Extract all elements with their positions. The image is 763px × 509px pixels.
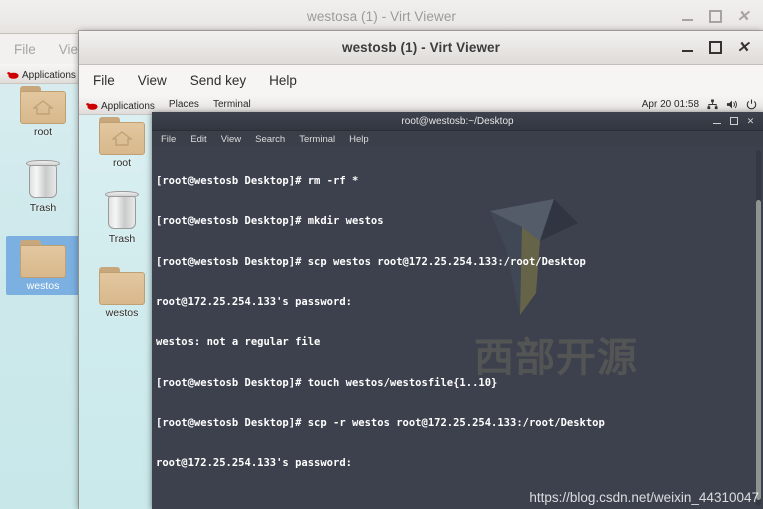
trash-icon-b (104, 191, 140, 231)
window-a-controls: ✕ (673, 0, 757, 33)
red-hat-logo-icon (7, 71, 19, 79)
terminal-line: westos: not a regular file (156, 336, 321, 349)
desktop-icon-westos-a[interactable]: westos (6, 236, 80, 295)
applications-menu-a[interactable]: Applications (6, 67, 76, 81)
terminal-line: [root@westosb Desktop]# scp -r westos ro… (156, 416, 605, 429)
terminal-line: root@172.25.254.133's password: (156, 295, 352, 308)
power-icon[interactable] (746, 99, 757, 110)
terminal-line: [root@westosb Desktop]# touch westos/wes… (156, 376, 498, 389)
red-hat-logo-icon-b (86, 102, 98, 110)
desktop-icon-root-a[interactable]: root (6, 86, 80, 138)
terminal-output-area[interactable]: 西部开源 [root@westosb Desktop]# rm -rf * [r… (152, 147, 763, 509)
terminal-menu-terminal[interactable]: Terminal (299, 134, 335, 145)
desktop-icon-label-westos-b: westos (105, 307, 139, 319)
window-b-guest-desktop: Applications Places Terminal Apr 20 01:5… (79, 95, 763, 509)
terminal-window-controls: ✕ (708, 112, 759, 130)
terminal-line: [root@westosb Desktop]# mkdir westos (156, 215, 384, 228)
window-b-menubar[interactable]: File View Send key Help (79, 65, 763, 96)
window-b-titlebar[interactable]: westosb (1) - Virt Viewer ✕ (79, 31, 763, 65)
desktop-icon-westos-b[interactable]: westos (85, 267, 159, 319)
window-a-title: westosa (1) - Virt Viewer (306, 9, 457, 24)
maximize-button-b[interactable] (701, 31, 729, 64)
menu-b-view[interactable]: View (138, 73, 167, 88)
close-button-b[interactable]: ✕ (729, 31, 757, 64)
home-folder-icon-a (20, 86, 66, 124)
window-b-title: westosb (1) - Virt Viewer (341, 40, 501, 55)
folder-icon-westos-b (99, 267, 145, 305)
panel-clock[interactable]: Apr 20 01:58 (642, 99, 699, 110)
terminal-menu-edit[interactable]: Edit (190, 134, 206, 145)
desktop-icon-label-trash-b: Trash (108, 233, 136, 245)
terminal-line: [root@westosb Desktop]# rm -rf * (156, 174, 359, 187)
terminal-minimize-button[interactable] (708, 112, 725, 130)
desktop-icon-root-b[interactable]: root (85, 117, 159, 169)
applications-menu-b[interactable]: Applications (85, 98, 155, 112)
maximize-button-a[interactable] (701, 0, 729, 33)
places-menu-b[interactable]: Places (169, 99, 199, 110)
home-folder-icon-b (99, 117, 145, 155)
terminal-menu-file[interactable]: File (161, 134, 176, 145)
terminal-text-lines: [root@westosb Desktop]# rm -rf * [root@w… (156, 148, 753, 509)
desktop-icon-label-westos-a: westos (26, 280, 60, 292)
home-glyph-icon-b (112, 131, 132, 146)
trash-icon-a (25, 160, 61, 200)
terminal-maximize-button[interactable] (725, 112, 742, 130)
virt-viewer-window-westosb[interactable]: westosb (1) - Virt Viewer ✕ File View Se… (79, 31, 763, 509)
close-button-a[interactable]: ✕ (729, 0, 757, 33)
menu-b-send-key[interactable]: Send key (190, 73, 246, 88)
desktop-icon-label-trash-a: Trash (29, 202, 57, 214)
terminal-menu-help[interactable]: Help (349, 134, 369, 145)
terminal-scrollbar-thumb[interactable] (756, 200, 761, 500)
minimize-button-b[interactable] (673, 31, 701, 64)
desktop-icon-label-root-a: root (33, 126, 53, 138)
terminal-menu-view[interactable]: View (221, 134, 241, 145)
desktop-icon-label-root-b: root (112, 157, 132, 169)
terminal-titlebar[interactable]: root@westosb:~/Desktop ✕ (152, 112, 763, 131)
applications-label-a: Applications (22, 69, 76, 81)
terminal-line: root@172.25.254.133's password: (156, 457, 352, 470)
home-glyph-icon (33, 100, 53, 115)
window-a-titlebar[interactable]: westosa (1) - Virt Viewer ✕ (0, 0, 763, 34)
folder-icon-westos-a (20, 240, 66, 278)
terminal-menu-search[interactable]: Search (255, 134, 285, 145)
window-b-controls: ✕ (673, 31, 757, 64)
volume-icon[interactable] (726, 99, 738, 110)
terminal-window-menu-b[interactable]: Terminal (213, 99, 251, 110)
minimize-button-a[interactable] (673, 0, 701, 33)
desktop-icon-trash-b[interactable]: Trash (85, 191, 159, 245)
menu-b-file[interactable]: File (93, 73, 115, 88)
terminal-title: root@westosb:~/Desktop (401, 115, 514, 127)
terminal-line: [root@westosb Desktop]# scp westos root@… (156, 255, 586, 268)
menu-b-help[interactable]: Help (269, 73, 297, 88)
desktop-icon-trash-a[interactable]: Trash (6, 160, 80, 214)
applications-label-b: Applications (101, 100, 155, 112)
watermark-url: https://blog.csdn.net/weixin_44310047 (529, 490, 759, 505)
gnome-terminal-window[interactable]: root@westosb:~/Desktop ✕ File Edit View … (152, 112, 763, 509)
menu-a-file[interactable]: File (14, 42, 36, 57)
terminal-close-button[interactable]: ✕ (742, 112, 759, 130)
terminal-scrollbar[interactable] (756, 150, 761, 506)
network-icon[interactable] (707, 99, 718, 110)
